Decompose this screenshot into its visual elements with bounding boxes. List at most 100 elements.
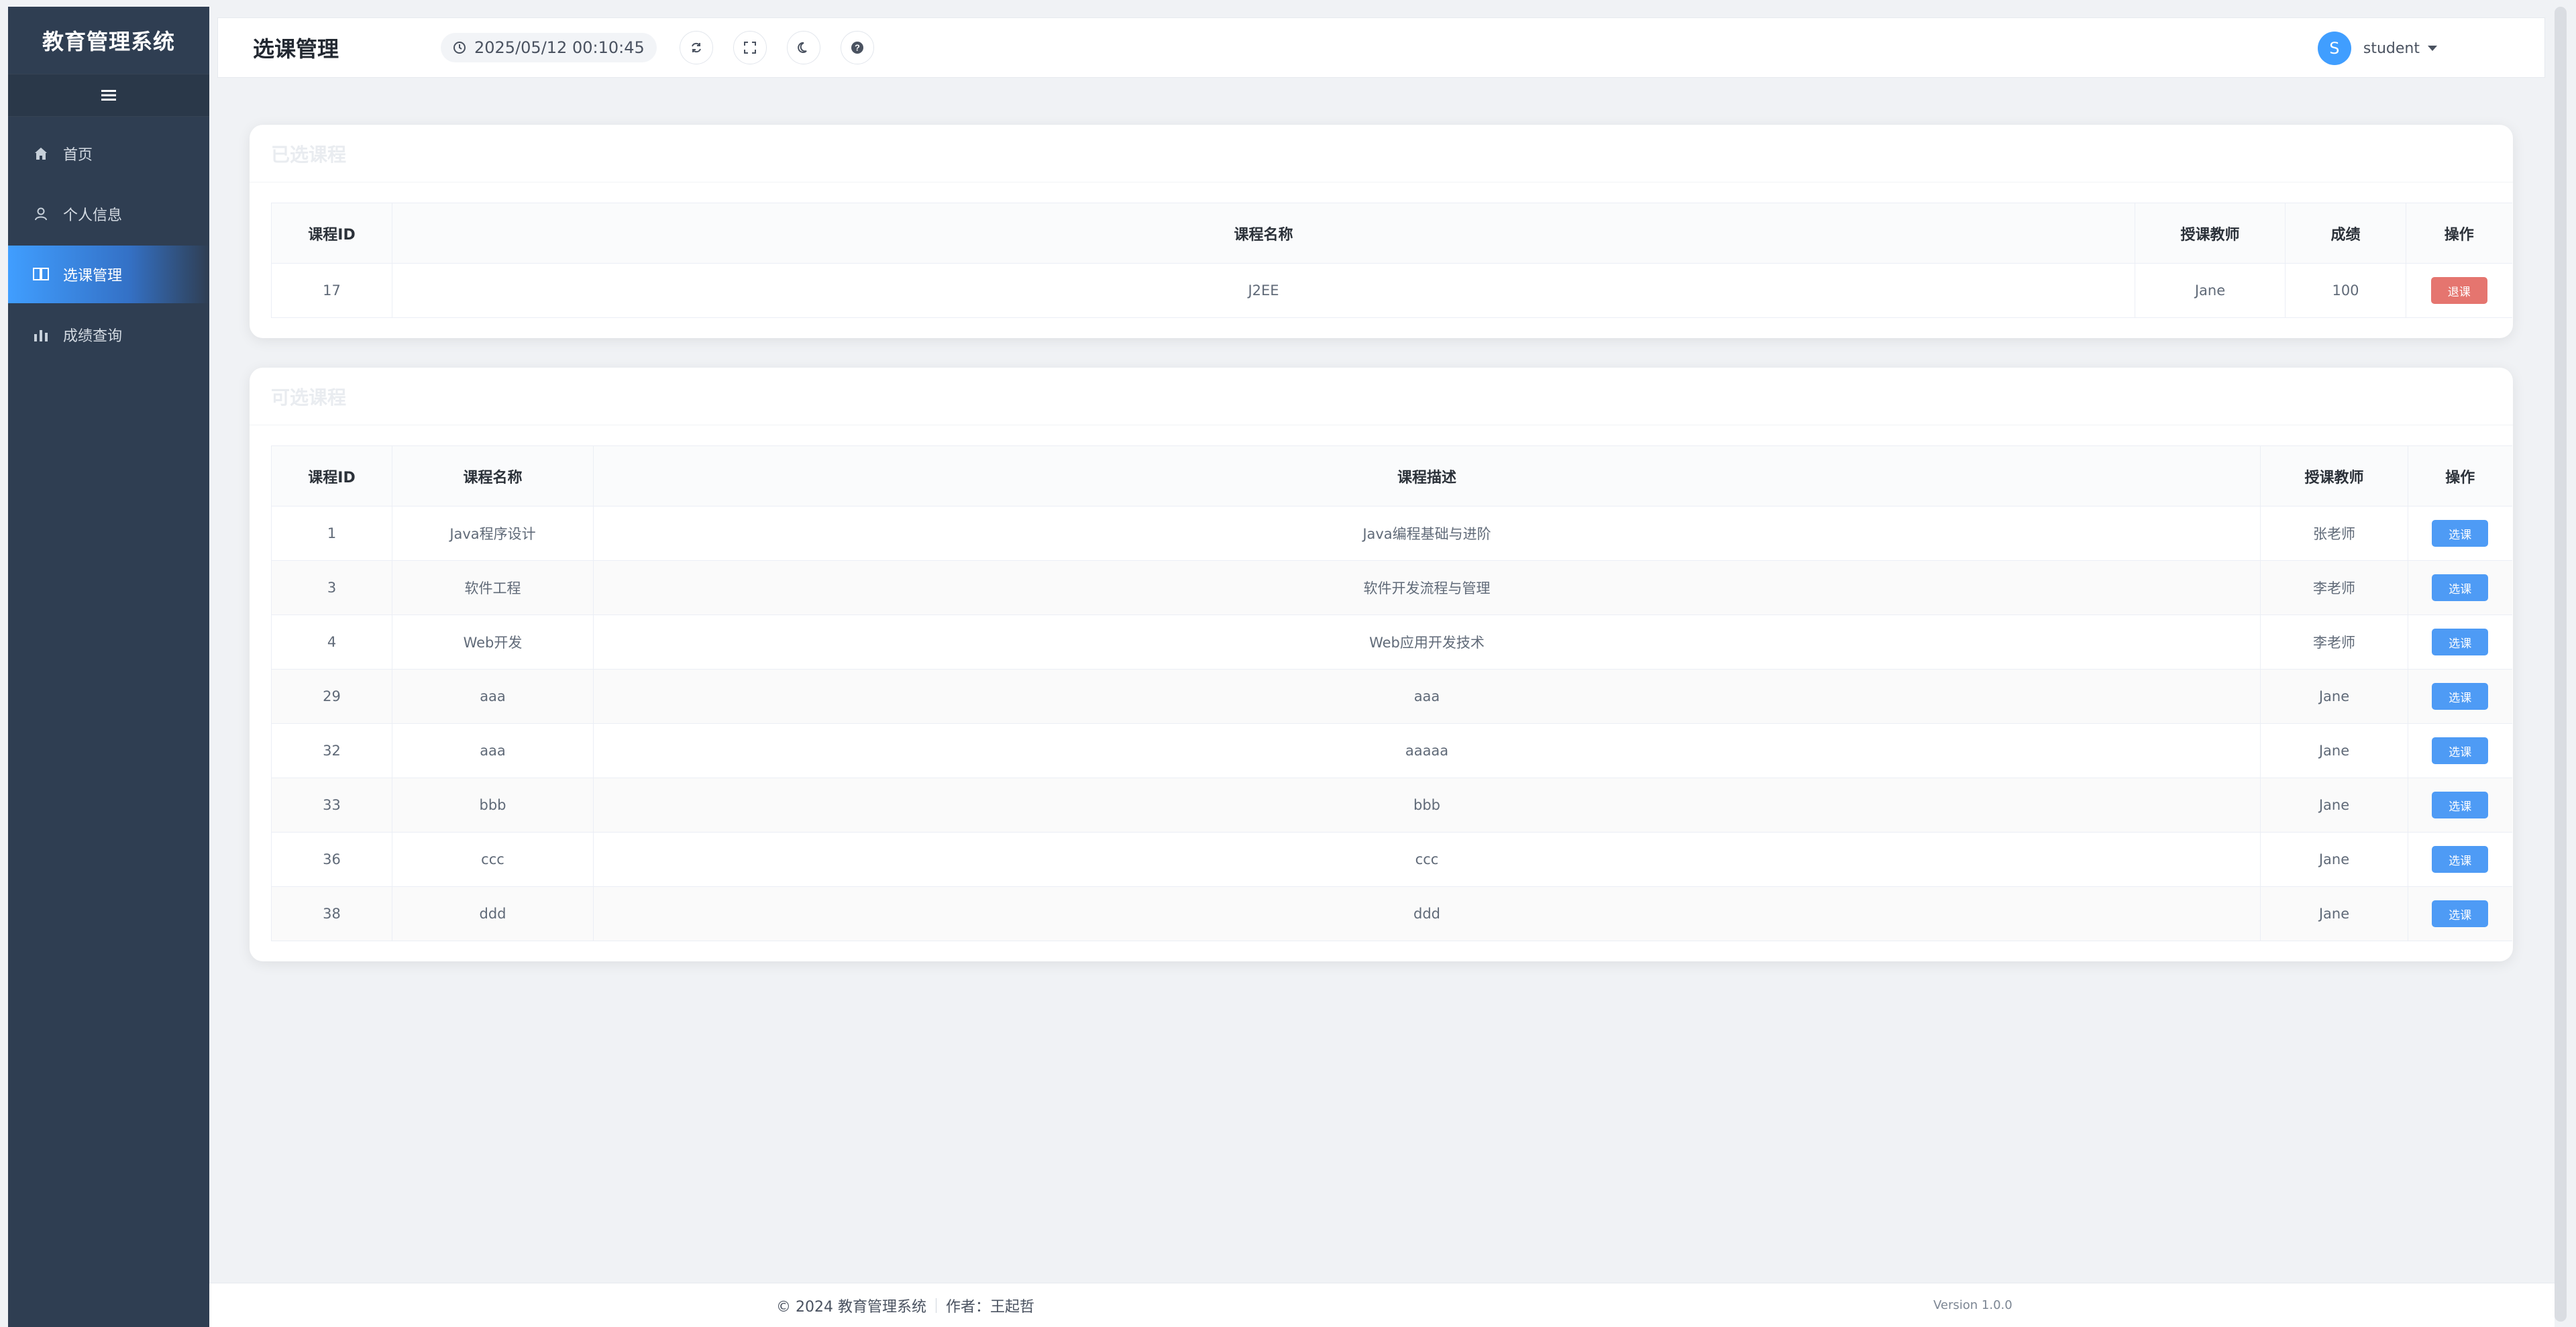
bar-chart-icon <box>31 325 51 345</box>
column-header: 课程ID <box>271 203 392 264</box>
page-scrollbar[interactable] <box>2555 7 2567 1322</box>
datetime-display: 2025/05/12 00:10:45 <box>441 33 657 62</box>
cell-teacher: Jane <box>2260 886 2408 941</box>
dark-mode-button[interactable] <box>786 31 820 64</box>
fullscreen-icon <box>743 42 756 54</box>
sidebar-collapse-button[interactable] <box>8 74 209 117</box>
table-row: 38 ddd ddd Jane 选课 <box>271 886 2512 941</box>
drop-course-button[interactable]: 退课 <box>2430 277 2487 304</box>
moon-icon <box>797 42 807 53</box>
table-row: 4 Web开发 Web应用开发技术 李老师 选课 <box>271 615 2512 670</box>
column-header: 课程名称 <box>392 445 594 507</box>
sidebar-item-label: 首页 <box>63 147 93 164</box>
cell-teacher: Jane <box>2260 832 2408 887</box>
sidebar-item-profile[interactable]: 个人信息 <box>8 185 209 243</box>
cell-action: 退课 <box>2406 263 2512 318</box>
refresh-button[interactable] <box>679 31 713 64</box>
sidebar-item-label: 成绩查询 <box>63 328 123 345</box>
table-row: 32 aaa aaaaa Jane 选课 <box>271 723 2512 778</box>
refresh-icon <box>691 42 701 53</box>
select-course-button[interactable]: 选课 <box>2432 574 2489 601</box>
user-menu[interactable]: S student <box>2317 32 2437 65</box>
cell-course-name: bbb <box>392 778 594 833</box>
selected-courses-table-wrap: 课程ID 课程名称 授课教师 成绩 操作 17 J2EE Jane 100 退课 <box>271 203 2512 318</box>
home-icon <box>31 144 51 164</box>
cell-description: aaaaa <box>593 723 2261 778</box>
sidebar-item-course-selection[interactable]: 选课管理 <box>8 246 209 303</box>
footer-author: 作者：王起哲 <box>945 1298 1034 1316</box>
column-header: 成绩 <box>2285 203 2406 264</box>
cell-course-name: Java程序设计 <box>392 506 594 561</box>
sidebar-item-label: 选课管理 <box>63 268 123 284</box>
cell-teacher: Jane <box>2260 778 2408 833</box>
cell-course-name: ccc <box>392 832 594 887</box>
column-header: 课程名称 <box>392 203 2135 264</box>
page-title: 选课管理 <box>253 36 339 62</box>
cell-course-id: 36 <box>271 832 392 887</box>
select-course-button[interactable]: 选课 <box>2432 792 2489 818</box>
cell-course-id: 32 <box>271 723 392 778</box>
select-course-button[interactable]: 选课 <box>2432 520 2489 547</box>
table-row: 1 Java程序设计 Java编程基础与进阶 张老师 选课 <box>271 506 2512 561</box>
column-header: 授课教师 <box>2135 203 2286 264</box>
user-icon <box>31 204 51 224</box>
cell-teacher: 李老师 <box>2260 560 2408 615</box>
column-header: 授课教师 <box>2260 445 2408 507</box>
avatar: S <box>2317 32 2351 65</box>
book-icon <box>31 264 51 284</box>
select-course-button[interactable]: 选课 <box>2432 737 2489 764</box>
help-button[interactable]: ? <box>840 31 874 64</box>
chevron-down-icon <box>2428 46 2437 51</box>
column-header: 操作 <box>2408 445 2512 507</box>
table-header-row: 课程ID 课程名称 课程描述 授课教师 操作 <box>271 445 2512 507</box>
cell-action: 选课 <box>2408 886 2512 941</box>
cell-teacher: Jane <box>2260 723 2408 778</box>
selected-courses-card: 已选课程 课程ID 课程名称 授课教师 成绩 操作 17 J2EE Jane 1… <box>250 125 2513 338</box>
cell-course-id: 17 <box>271 263 392 318</box>
cell-course-id: 4 <box>271 615 392 670</box>
svg-text:?: ? <box>855 43 860 53</box>
cell-score: 100 <box>2285 263 2406 318</box>
fullscreen-button[interactable] <box>733 31 767 64</box>
menu-icon <box>101 90 116 101</box>
username: student <box>2363 40 2420 57</box>
cell-action: 选课 <box>2408 832 2512 887</box>
top-header: 选课管理 2025/05/12 00:10:45 ? S student <box>217 17 2545 78</box>
cell-action: 选课 <box>2408 778 2512 833</box>
sidebar-item-grades[interactable]: 成绩查询 <box>8 306 209 364</box>
cell-course-id: 29 <box>271 669 392 724</box>
cell-teacher: Jane <box>2260 669 2408 724</box>
cell-course-name: 软件工程 <box>392 560 594 615</box>
sidebar-item-label: 个人信息 <box>63 207 123 224</box>
cell-action: 选课 <box>2408 723 2512 778</box>
footer-copyright: © 2024 教育管理系统 <box>776 1298 926 1316</box>
table-row: 33 bbb bbb Jane 选课 <box>271 778 2512 833</box>
cell-description: 软件开发流程与管理 <box>593 560 2261 615</box>
sidebar-nav: 首页 个人信息 选课管理 成绩查询 <box>8 125 209 364</box>
table-row: 17 J2EE Jane 100 退课 <box>271 263 2512 318</box>
available-courses-card: 可选课程 课程ID 课程名称 课程描述 授课教师 操作 1 Java程序设计 J… <box>250 368 2513 961</box>
card-title: 可选课程 <box>250 368 2513 425</box>
table-row: 3 软件工程 软件开发流程与管理 李老师 选课 <box>271 560 2512 615</box>
cell-action: 选课 <box>2408 506 2512 561</box>
cell-description: Web应用开发技术 <box>593 615 2261 670</box>
cell-description: bbb <box>593 778 2261 833</box>
table-row: 36 ccc ccc Jane 选课 <box>271 832 2512 887</box>
select-course-button[interactable]: 选课 <box>2432 846 2489 873</box>
select-course-button[interactable]: 选课 <box>2432 683 2489 710</box>
sidebar-item-home[interactable]: 首页 <box>8 125 209 182</box>
cell-description: Java编程基础与进阶 <box>593 506 2261 561</box>
select-course-button[interactable]: 选课 <box>2432 900 2489 927</box>
cell-course-id: 38 <box>271 886 392 941</box>
select-course-button[interactable]: 选课 <box>2432 629 2489 655</box>
cell-course-id: 1 <box>271 506 392 561</box>
brand-title: 教育管理系统 <box>42 29 175 54</box>
cell-course-name: aaa <box>392 669 594 724</box>
cell-course-id: 33 <box>271 778 392 833</box>
column-header: 课程ID <box>271 445 392 507</box>
table-header-row: 课程ID 课程名称 授课教师 成绩 操作 <box>271 203 2512 264</box>
sidebar: 教育管理系统 首页 个人信息 选课管理 成绩查询 <box>8 7 209 1327</box>
table-row: 29 aaa aaa Jane 选课 <box>271 669 2512 724</box>
cell-description: ccc <box>593 832 2261 887</box>
cell-action: 选课 <box>2408 560 2512 615</box>
